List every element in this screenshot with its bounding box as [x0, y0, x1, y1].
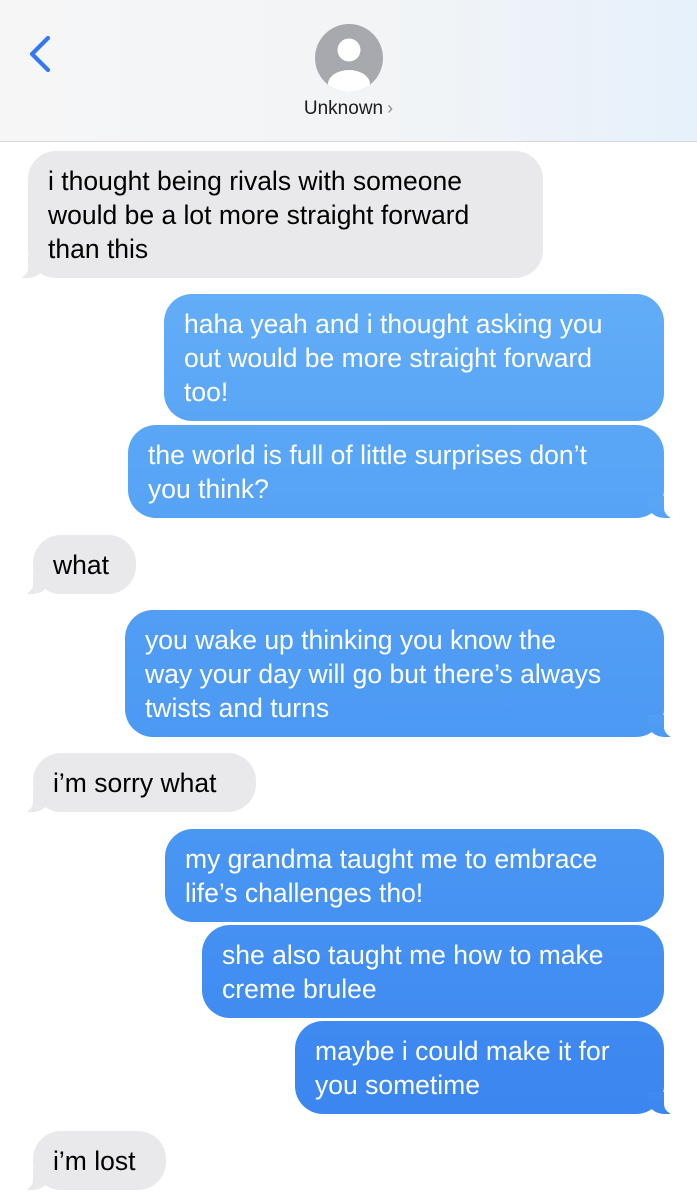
message-bubble-outgoing[interactable]: she also taught me how to make creme brul… [202, 925, 664, 1018]
message-text-line: twists and turns [145, 693, 330, 723]
message-bubble-incoming[interactable]: i thought being rivals with someone would… [18, 151, 543, 278]
message-text-line: you sometime [315, 1070, 480, 1100]
message-text-line: out would be more straight forward [184, 343, 593, 373]
chevron-left-icon[interactable] [26, 34, 60, 74]
contact-avatar[interactable] [315, 24, 383, 92]
message-bubble-outgoing[interactable]: my grandma taught me to embrace life’s ch… [165, 829, 664, 922]
message-text-line: you wake up thinking you know the [145, 625, 557, 655]
message-text-line: too! [184, 377, 229, 407]
message-text-line: i’m lost [53, 1146, 136, 1176]
conversation-header: Unknown › [0, 0, 697, 142]
message-text-line: you think? [148, 474, 269, 504]
message-text-line: way your day will go but there’s always [145, 659, 602, 689]
message-text-line: what [53, 550, 109, 580]
message-bubble-incoming[interactable]: what [23, 535, 136, 594]
message-bubble-outgoing[interactable]: the world is full of little surprises do… [128, 425, 674, 518]
message-text-line: life’s challenges tho! [185, 878, 424, 908]
message-bubble-outgoing[interactable]: haha yeah and i thought asking you out wo… [164, 294, 664, 421]
contact-name-button[interactable]: Unknown › [0, 98, 697, 120]
message-bubble-outgoing[interactable]: maybe i could make it for you sometime [295, 1021, 674, 1114]
message-text-line: i’m sorry what [53, 768, 217, 798]
chevron-right-icon: › [387, 98, 394, 118]
message-text-line: would be a lot more straight forward [48, 200, 470, 230]
message-text-line: maybe i could make it for [315, 1036, 610, 1066]
person-silhouette-icon [328, 38, 370, 92]
message-text-line: my grandma taught me to embrace [185, 844, 598, 874]
message-text-line: than this [48, 234, 149, 264]
message-text-line: haha yeah and i thought asking you [184, 309, 603, 339]
message-text-line: she also taught me how to make [222, 940, 604, 970]
message-bubble-incoming[interactable]: i’m lost [23, 1131, 166, 1190]
message-text-line: creme brulee [222, 974, 377, 1004]
message-bubble-incoming[interactable]: i’m sorry what [23, 753, 256, 812]
message-text-line: the world is full of little surprises do… [148, 440, 587, 470]
message-text-line: i thought being rivals with someone [48, 166, 462, 196]
contact-name: Unknown [303, 98, 384, 119]
message-bubble-outgoing[interactable]: you wake up thinking you know the way you… [125, 610, 674, 737]
